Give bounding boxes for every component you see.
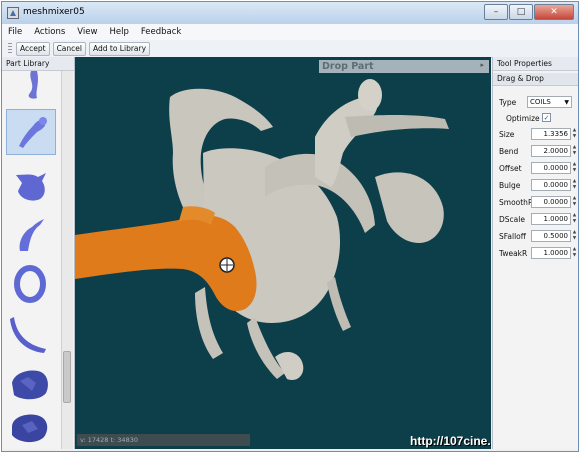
window-controls: – □ ✕ (483, 4, 574, 21)
arm-part-icon (19, 117, 47, 148)
part-thumb-head[interactable] (6, 161, 56, 207)
part-thumb-ring[interactable] (6, 261, 56, 307)
maximize-button[interactable]: □ (509, 4, 533, 20)
model-render (75, 79, 449, 381)
menu-bar: File Actions View Help Feedback (2, 24, 578, 40)
tweakr-label: TweakR (499, 249, 528, 258)
offset-stepper-icon[interactable]: ▲ ▼ (571, 162, 578, 174)
part-thumb-leg[interactable] (6, 71, 56, 101)
bend-field[interactable]: 2.0000 (531, 145, 571, 157)
mesh-stats: v: 17428 t: 34830 (77, 434, 250, 446)
expand-arrow-icon[interactable]: ▸ (480, 61, 484, 69)
menu-feedback[interactable]: Feedback (135, 27, 187, 37)
offset-label: Offset (499, 164, 522, 173)
rock-part-icon (12, 370, 48, 400)
dscale-label: DScale (499, 215, 525, 224)
tool-properties-panel: Tool Properties Drag & Drop Type COILS ▼… (492, 57, 578, 449)
add-to-library-button[interactable]: Add to Library (88, 41, 151, 56)
part-library-scrollbar[interactable] (61, 71, 73, 449)
type-row: Type COILS ▼ (496, 96, 578, 110)
toolbar-grip-icon[interactable] (8, 43, 12, 54)
sfalloff-row: SFalloff 0.5000 ▲ ▼ (496, 230, 578, 244)
bulge-stepper-icon[interactable]: ▲ ▼ (571, 179, 578, 191)
offset-row: Offset 0.0000 ▲ ▼ (496, 162, 578, 176)
smoothr-field[interactable]: 0.0000 (531, 196, 571, 208)
minimize-button[interactable]: – (484, 4, 508, 20)
bulge-field[interactable]: 0.0000 (531, 179, 571, 191)
menu-actions[interactable]: Actions (28, 27, 71, 37)
part-thumb-horn[interactable] (6, 211, 56, 257)
head-part-icon (16, 173, 46, 201)
smoothr-label: SmoothR (499, 198, 534, 207)
window-title: meshmixer05 (23, 7, 85, 17)
leg-part-icon (28, 71, 38, 99)
toolbar: Accept Cancel Add to Library (2, 40, 578, 58)
3d-viewport[interactable]: Drop Part ▸ v: 17428 t: 34830 http://107… (75, 57, 491, 449)
app-window: meshmixer05 – □ ✕ File Actions View Help… (1, 1, 579, 452)
bend-label: Bend (499, 147, 519, 156)
part-thumb-tail[interactable] (6, 311, 56, 357)
part-thumb-arm[interactable] (6, 109, 56, 155)
size-field[interactable]: 1.3356 (531, 128, 571, 140)
watermark-text: http://107cine.com/ (410, 434, 491, 448)
scrollbar-thumb[interactable] (63, 351, 71, 403)
part-thumb-rock[interactable] (6, 361, 56, 407)
dscale-row: DScale 1.0000 ▲ ▼ (496, 213, 578, 227)
type-select[interactable]: COILS ▼ (527, 96, 572, 108)
title-bar[interactable]: meshmixer05 – □ ✕ (2, 2, 578, 25)
type-label: Type (499, 98, 517, 107)
drag-drop-section-header[interactable]: Drag & Drop (493, 73, 578, 86)
optimize-row: Optimize ✓ (496, 112, 578, 126)
bend-stepper-icon[interactable]: ▲ ▼ (571, 145, 578, 157)
part-library-panel: Part Library (2, 57, 75, 449)
menu-view[interactable]: View (71, 27, 103, 37)
smoothr-stepper-icon[interactable]: ▲ ▼ (571, 196, 578, 208)
offset-field[interactable]: 0.0000 (531, 162, 571, 174)
size-label: Size (499, 130, 515, 139)
dscale-field[interactable]: 1.0000 (531, 213, 571, 225)
tweakr-field[interactable]: 1.0000 (531, 247, 571, 259)
size-row: Size 1.3356 ▲ ▼ (496, 128, 578, 142)
type-select-value: COILS (530, 98, 551, 106)
meshmixer-app-icon (7, 7, 19, 19)
chevron-down-icon: ▼ (564, 99, 569, 106)
blob-part-icon (12, 414, 48, 443)
part-thumb-blob[interactable] (6, 407, 56, 451)
optimize-checkbox[interactable]: ✓ (542, 113, 551, 122)
sfalloff-label: SFalloff (499, 232, 526, 241)
cancel-button[interactable]: Cancel (52, 41, 86, 56)
menu-file[interactable]: File (2, 27, 28, 37)
tail-part-icon (10, 317, 46, 353)
part-thumbnail-list (4, 71, 60, 447)
tweakr-row: TweakR 1.0000 ▲ ▼ (496, 247, 578, 261)
ring-part-icon (14, 265, 46, 303)
drop-part-label: Drop Part (322, 61, 374, 72)
tool-properties-title: Tool Properties (493, 57, 578, 71)
bulge-label: Bulge (499, 181, 521, 190)
smoothr-row: SmoothR 0.0000 ▲ ▼ (496, 196, 578, 210)
accept-button[interactable]: Accept (16, 41, 50, 56)
horn-part-icon (19, 219, 44, 251)
part-library-title: Part Library (2, 57, 74, 71)
close-button[interactable]: ✕ (534, 4, 574, 20)
bulge-row: Bulge 0.0000 ▲ ▼ (496, 179, 578, 193)
drop-part-banner[interactable]: Drop Part ▸ (319, 60, 489, 73)
menu-help[interactable]: Help (103, 27, 134, 37)
sfalloff-field[interactable]: 0.5000 (531, 230, 571, 242)
size-stepper-icon[interactable]: ▲ ▼ (571, 128, 578, 140)
optimize-label: Optimize (506, 114, 540, 123)
tweakr-stepper-icon[interactable]: ▲ ▼ (571, 247, 578, 259)
sfalloff-stepper-icon[interactable]: ▲ ▼ (571, 230, 578, 242)
dscale-stepper-icon[interactable]: ▲ ▼ (571, 213, 578, 225)
bend-row: Bend 2.0000 ▲ ▼ (496, 145, 578, 159)
